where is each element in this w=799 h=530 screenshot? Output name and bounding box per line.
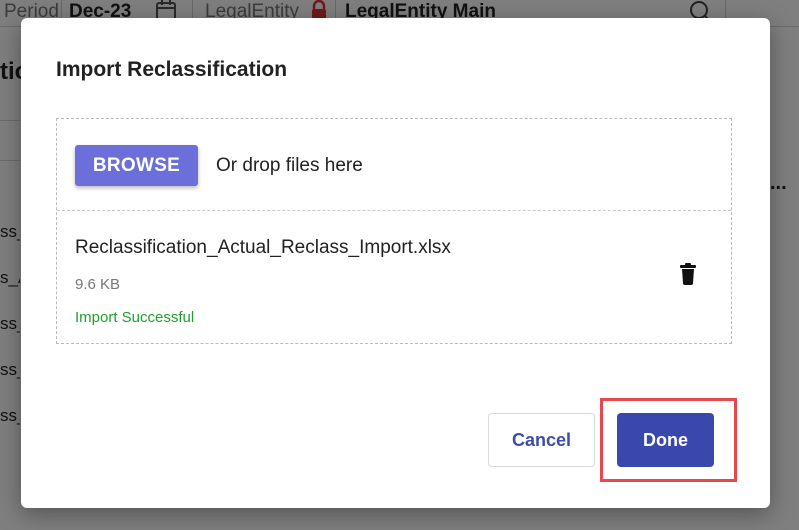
delete-file-button[interactable] [675,261,701,289]
cancel-button[interactable]: Cancel [488,413,595,467]
file-dropzone[interactable]: BROWSE Or drop files here Reclassificati… [56,118,732,344]
browse-button[interactable]: BROWSE [75,145,198,186]
trash-icon [677,262,699,289]
file-name: Reclassification_Actual_Reclass_Import.x… [75,237,451,258]
drop-area[interactable]: BROWSE Or drop files here [57,119,731,211]
import-dialog: Import Reclassification BROWSE Or drop f… [21,18,770,508]
drop-hint: Or drop files here [216,155,363,176]
import-status: Import Successful [75,309,195,326]
file-size: 9.6 KB [75,276,121,293]
dialog-title: Import Reclassification [56,58,288,81]
done-button[interactable]: Done [617,413,714,467]
